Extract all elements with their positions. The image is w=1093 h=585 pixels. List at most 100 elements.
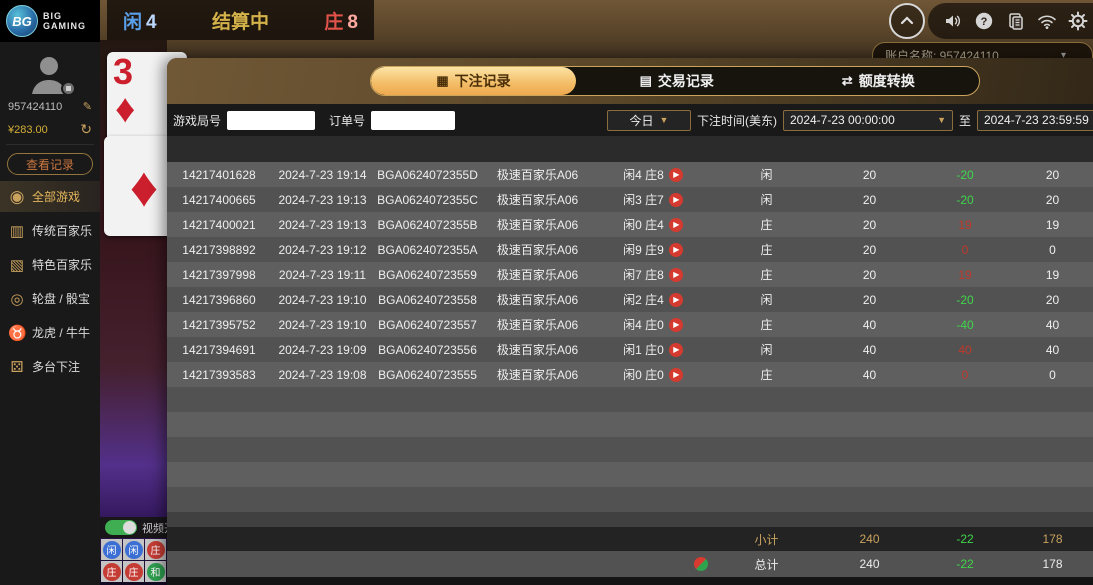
end-time-select[interactable]: 2024-7-23 23:59:59 ▼ xyxy=(977,110,1093,131)
game-round-cell: BGA06240723559 xyxy=(374,268,481,282)
empty-table-row xyxy=(167,387,1093,412)
records-icon[interactable] xyxy=(1003,8,1029,34)
total-bet-cell: 20 xyxy=(821,168,918,182)
panel-bottom-pad xyxy=(167,577,1093,585)
rolling-cell: 0 xyxy=(1012,243,1093,257)
video-toggle-row: 视频开关 xyxy=(100,517,167,538)
play-type-cell: 闲 xyxy=(712,291,821,308)
game-round-cell: BGA06240723556 xyxy=(374,343,481,357)
tab-label: 下注记录 xyxy=(455,71,511,91)
empty-table-row xyxy=(167,437,1093,462)
date-range-select[interactable]: 今日 ▼ xyxy=(607,110,691,131)
avatar-badge-icon xyxy=(61,81,76,96)
play-type-cell: 庄 xyxy=(712,316,821,333)
rolling-cell: 20 xyxy=(1012,168,1093,182)
game-type-cell: 极速百家乐A06 xyxy=(481,316,594,333)
table-row: 14217394691 2024-7-23 19:09 BGA062407235… xyxy=(167,337,1093,362)
sidebar-menu: ◉ 全部游戏 ▥ 传统百家乐 ▧ 特色百家乐 ◎ 轮盘 / 骰宝 ♉ 龙虎 / … xyxy=(0,181,100,382)
play-type-cell: 庄 xyxy=(712,366,821,383)
total-bet-cell: 40 xyxy=(821,318,918,332)
panel-tab[interactable]: ▤ 交易记录 xyxy=(576,67,778,95)
rolling-cell: 40 xyxy=(1012,343,1093,357)
video-toggle[interactable] xyxy=(105,520,137,535)
bet-time-cell: 2024-7-23 19:14 xyxy=(271,168,374,182)
replay-button[interactable]: ▶ xyxy=(669,368,683,382)
tab-icon: ⇄ xyxy=(842,73,853,89)
banker-score: 庄8 xyxy=(324,7,358,34)
sidebar-menu-item[interactable]: ◉ 全部游戏 xyxy=(0,181,100,212)
refresh-balance-icon[interactable]: ↻ xyxy=(80,121,92,138)
result-cell: 闲7 庄8 ▶ xyxy=(594,266,712,283)
start-time-select[interactable]: 2024-7-23 00:00:00 ▼ xyxy=(783,110,953,131)
replay-button[interactable]: ▶ xyxy=(669,168,683,182)
game-round-cell: BGA06240723555 xyxy=(374,368,481,382)
tab-label: 交易记录 xyxy=(658,71,714,91)
bet-time-label: 下注时间(美东) xyxy=(697,112,777,129)
play-type-cell: 庄 xyxy=(712,216,821,233)
replay-button[interactable]: ▶ xyxy=(669,293,683,307)
view-records-button[interactable]: 查看记录 xyxy=(7,153,93,175)
order-no-input[interactable] xyxy=(371,111,455,130)
replay-button[interactable]: ▶ xyxy=(669,318,683,332)
replay-button[interactable]: ▶ xyxy=(669,343,683,357)
bead-road: 闲闲庄庄庄和 xyxy=(101,539,166,582)
sidebar-menu-item[interactable]: ▥ 传统百家乐 xyxy=(0,215,100,246)
sidebar-menu-item[interactable]: ◎ 轮盘 / 骰宝 xyxy=(0,283,100,314)
win-loss-cell: 19 xyxy=(918,218,1012,232)
table-row: 14217400021 2024-7-23 19:13 BGA062407235… xyxy=(167,212,1093,237)
order-no-cell: 14217400021 xyxy=(167,218,271,232)
bet-time-cell: 2024-7-23 19:10 xyxy=(271,318,374,332)
video-toggle-label: 视频开关 xyxy=(142,520,167,536)
edit-nickname-icon[interactable]: ✎ xyxy=(83,100,92,113)
sidebar-menu-item[interactable]: ▧ 特色百家乐 xyxy=(0,249,100,280)
filter-row: 游戏局号 订单号 今日 ▼ 下注时间(美东) 2024-7-23 00:00:0… xyxy=(167,104,1093,136)
total-bet-cell: 20 xyxy=(821,218,918,232)
win-loss-cell: -20 xyxy=(918,168,1012,182)
rolling-cell: 20 xyxy=(1012,193,1093,207)
speaker-icon[interactable] xyxy=(940,8,966,34)
collapse-up-button[interactable] xyxy=(889,3,925,39)
to-label: 至 xyxy=(959,112,971,129)
wifi-icon[interactable] xyxy=(1034,8,1060,34)
replay-button[interactable]: ▶ xyxy=(669,243,683,257)
game-round-cell: BGA0624072355C xyxy=(374,193,481,207)
game-round-input[interactable] xyxy=(227,111,315,130)
road-toggle-icon[interactable] xyxy=(694,557,708,571)
sidebar-item-label: 龙虎 / 牛牛 xyxy=(32,324,90,341)
subtotal-bet: 240 xyxy=(821,532,918,546)
panel-tab[interactable]: ▦ 下注记录 xyxy=(371,67,576,95)
panel-tab[interactable]: ⇄ 额度转换 xyxy=(778,67,980,95)
app-window: 闲4 结算中 庄8 3 ♦ ♦ 视频开关 闲闲庄庄庄和 ? xyxy=(0,0,1093,585)
bet-time-cell: 2024-7-23 19:08 xyxy=(271,368,374,382)
game-round-cell: BGA06240723557 xyxy=(374,318,481,332)
game-round-cell: BGA0624072355A xyxy=(374,243,481,257)
replay-button[interactable]: ▶ xyxy=(669,193,683,207)
table-row: 14217397998 2024-7-23 19:11 BGA062407235… xyxy=(167,262,1093,287)
subtotal-rolling: 178 xyxy=(1012,532,1093,546)
sidebar-menu-item[interactable]: ♉ 龙虎 / 牛牛 xyxy=(0,317,100,348)
total-bet-cell: 20 xyxy=(821,268,918,282)
replay-button[interactable]: ▶ xyxy=(669,218,683,232)
game-type-cell: 极速百家乐A06 xyxy=(481,216,594,233)
order-no-cell: 14217395752 xyxy=(167,318,271,332)
help-icon[interactable]: ? xyxy=(971,8,997,34)
empty-table-row xyxy=(167,412,1093,437)
settings-icon[interactable] xyxy=(1065,8,1091,34)
order-no-cell: 14217397998 xyxy=(167,268,271,282)
game-status-bar: 闲4 结算中 庄8 xyxy=(107,0,374,40)
sidebar-menu-item[interactable]: ⚄ 多台下注 xyxy=(0,351,100,382)
card-icon: ▧ xyxy=(8,256,26,274)
play-type-cell: 庄 xyxy=(712,241,821,258)
play-type-cell: 庄 xyxy=(712,266,821,283)
sidebar-item-label: 轮盘 / 骰宝 xyxy=(32,290,90,307)
bet-time-cell: 2024-7-23 19:10 xyxy=(271,293,374,307)
replay-button[interactable]: ▶ xyxy=(669,268,683,282)
bet-time-cell: 2024-7-23 19:12 xyxy=(271,243,374,257)
game-type-cell: 极速百家乐A06 xyxy=(481,241,594,258)
chip-icon: ◉ xyxy=(8,187,26,207)
win-loss-cell: 19 xyxy=(918,268,1012,282)
total-bet: 240 xyxy=(821,557,918,571)
user-id: 957424110 xyxy=(8,101,62,113)
table-header xyxy=(167,136,1093,162)
game-type-cell: 极速百家乐A06 xyxy=(481,266,594,283)
